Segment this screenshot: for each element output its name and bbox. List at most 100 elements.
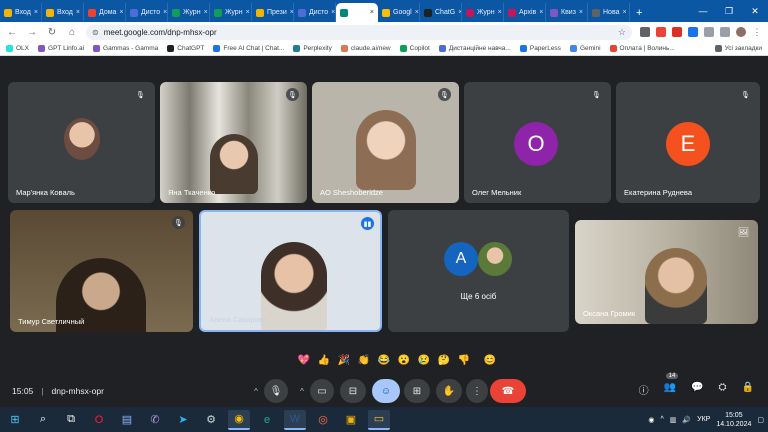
file-explorer-icon[interactable]: ▭ <box>368 409 390 430</box>
tab-close-icon[interactable]: × <box>163 9 167 16</box>
browser-tab[interactable]: Дисто × <box>126 3 168 22</box>
participant-tile[interactable]: 🖼 Оксана Громик <box>575 220 758 324</box>
browser-tab[interactable]: Дисто × <box>294 3 336 22</box>
bookmark-item[interactable]: GPT Linfo.ai <box>38 45 84 52</box>
tab-close-icon[interactable]: × <box>370 9 374 16</box>
more-options-button[interactable]: ⋮ <box>466 379 488 403</box>
chrome-tray-icon[interactable]: ◉ <box>648 416 654 424</box>
download-icon[interactable] <box>720 27 730 37</box>
emoji-reactions-button[interactable]: ☺ <box>372 379 400 403</box>
tab-close-icon[interactable]: × <box>204 9 208 16</box>
home-icon[interactable]: ⌂ <box>66 27 78 38</box>
puzzle-icon[interactable] <box>704 27 714 37</box>
network-icon[interactable]: ▥ <box>670 416 677 424</box>
bookmark-item[interactable]: ChatGPT <box>167 45 204 52</box>
opera-icon[interactable]: O <box>88 410 110 430</box>
word-icon[interactable]: W <box>284 409 306 430</box>
host-controls-icon[interactable]: 🔒 <box>742 382 754 397</box>
bookmark-item[interactable]: Gammas - Gamma <box>93 45 158 52</box>
reaction-emoji[interactable]: 😂 <box>377 355 391 366</box>
browser-tab[interactable]: ChatG × <box>420 3 462 22</box>
browser-tab[interactable]: Googl × <box>378 3 420 22</box>
address-bar[interactable]: ⊜ meet.google.com/dnp-mhsx-opr ☆ <box>86 24 632 40</box>
firefox-icon[interactable]: ◎ <box>312 410 334 430</box>
windows-start-icon[interactable]: ⊞ <box>4 410 26 430</box>
leave-call-button[interactable]: ☎ <box>490 379 526 403</box>
browser-tab[interactable]: Архів × <box>504 3 546 22</box>
microphone-button[interactable]: 🎙 <box>264 379 288 403</box>
participant-tile[interactable]: 🎙 AO Sheshoberidze <box>312 82 459 203</box>
tab-close-icon[interactable]: × <box>539 9 543 16</box>
browser-tab[interactable]: × <box>336 3 378 22</box>
people-icon[interactable]: 👥 14 <box>664 373 679 397</box>
participant-tile[interactable]: E 🎙 Екатерина Руднева <box>616 82 760 203</box>
extension-icon[interactable] <box>656 27 666 37</box>
participant-tile-speaking[interactable]: ▮▮ Алена Сахарова <box>199 210 382 332</box>
tab-close-icon[interactable]: × <box>119 9 123 16</box>
participant-tile[interactable]: O 🎙 Олег Мельник <box>464 82 611 203</box>
browser-tab[interactable]: Прези × <box>252 3 294 22</box>
tab-close-icon[interactable]: × <box>76 9 80 16</box>
new-tab-button[interactable]: + <box>630 3 648 22</box>
browser-tab[interactable]: Нова × <box>588 3 630 22</box>
reaction-emoji[interactable]: 💖 <box>297 355 311 366</box>
present-screen-button[interactable]: ⊞ <box>404 379 430 403</box>
maximize-icon[interactable]: ❐ <box>716 0 742 22</box>
reaction-emoji[interactable]: 🤔 <box>437 355 451 366</box>
chat-icon[interactable]: 💬 <box>691 382 703 397</box>
info-icon[interactable]: ⓘ <box>639 382 649 397</box>
activities-icon[interactable]: ⛭ <box>719 382 727 397</box>
volume-icon[interactable]: 🔊 <box>682 416 691 424</box>
browser-tab[interactable]: Дома × <box>84 3 126 22</box>
tab-close-icon[interactable]: × <box>331 9 335 16</box>
all-bookmarks[interactable]: Усі закладки <box>714 45 762 52</box>
notifications-icon[interactable]: ▢ <box>757 416 764 424</box>
camera-button[interactable]: ▭ <box>310 379 334 403</box>
mic-options-chevron-icon[interactable]: ^ <box>250 379 262 403</box>
telegram-icon[interactable]: ➤ <box>172 410 194 430</box>
bookmark-star-icon[interactable]: ☆ <box>618 27 626 38</box>
bookmark-item[interactable]: PaperLess <box>519 45 561 52</box>
camera-options-chevron-icon[interactable]: ^ <box>296 379 308 403</box>
tab-close-icon[interactable]: × <box>622 9 626 16</box>
viber-icon[interactable]: ✆ <box>144 410 166 430</box>
chevron-up-icon[interactable]: ^ <box>660 416 663 423</box>
bookmark-item[interactable]: Оплата | Волинь... <box>609 45 675 52</box>
minimize-icon[interactable]: — <box>690 0 716 22</box>
tab-close-icon[interactable]: × <box>415 9 419 16</box>
browser-tab[interactable]: Вход × <box>0 3 42 22</box>
bookmark-item[interactable]: OLX <box>6 45 29 52</box>
edge-icon[interactable]: e <box>256 410 278 430</box>
notepad-icon[interactable]: ▤ <box>116 410 138 430</box>
bookmark-item[interactable]: claude.ai/new <box>340 45 391 52</box>
participant-tile-group[interactable]: A Ще 6 осіб <box>388 210 569 332</box>
reaction-emoji[interactable]: 🎉 <box>337 355 351 366</box>
tab-close-icon[interactable]: × <box>246 9 250 16</box>
tab-close-icon[interactable]: × <box>34 9 38 16</box>
extension-icon[interactable] <box>688 27 698 37</box>
extension-icon[interactable] <box>640 27 650 37</box>
language-indicator[interactable]: УКР <box>697 416 710 423</box>
participant-tile[interactable]: 🎙 Мар'янка Коваль <box>8 82 155 203</box>
menu-kebab-icon[interactable]: ⋮ <box>752 27 762 37</box>
reaction-emoji[interactable]: 😢 <box>417 355 431 366</box>
reaction-emoji[interactable]: 😊 <box>483 355 497 366</box>
browser-tab[interactable]: Журн × <box>462 3 504 22</box>
browser-tab[interactable]: Вход × <box>42 3 84 22</box>
search-icon[interactable]: ⌕ <box>32 410 54 430</box>
chrome-icon[interactable]: ◉ <box>228 409 250 430</box>
participant-tile[interactable]: 🎙 Яна Ткаченко <box>160 82 307 203</box>
tab-close-icon[interactable]: × <box>498 9 502 16</box>
reaction-emoji[interactable]: 👍 <box>317 355 331 366</box>
task-view-icon[interactable]: ⧉ <box>60 410 82 430</box>
reload-icon[interactable]: ↻ <box>46 27 58 38</box>
close-icon[interactable]: ✕ <box>742 0 768 22</box>
browser-tab[interactable]: Квиз × <box>546 3 588 22</box>
browser-tab[interactable]: Журн × <box>168 3 210 22</box>
avatar[interactable] <box>736 27 746 37</box>
bookmark-item[interactable]: Perplexity <box>293 45 332 52</box>
bookmark-item[interactable]: Дистанційне навча... <box>438 45 511 52</box>
app-icon[interactable]: ▣ <box>340 410 362 430</box>
reaction-emoji[interactable]: 👎 <box>457 355 471 366</box>
bookmark-item[interactable]: Copilot <box>399 45 430 52</box>
